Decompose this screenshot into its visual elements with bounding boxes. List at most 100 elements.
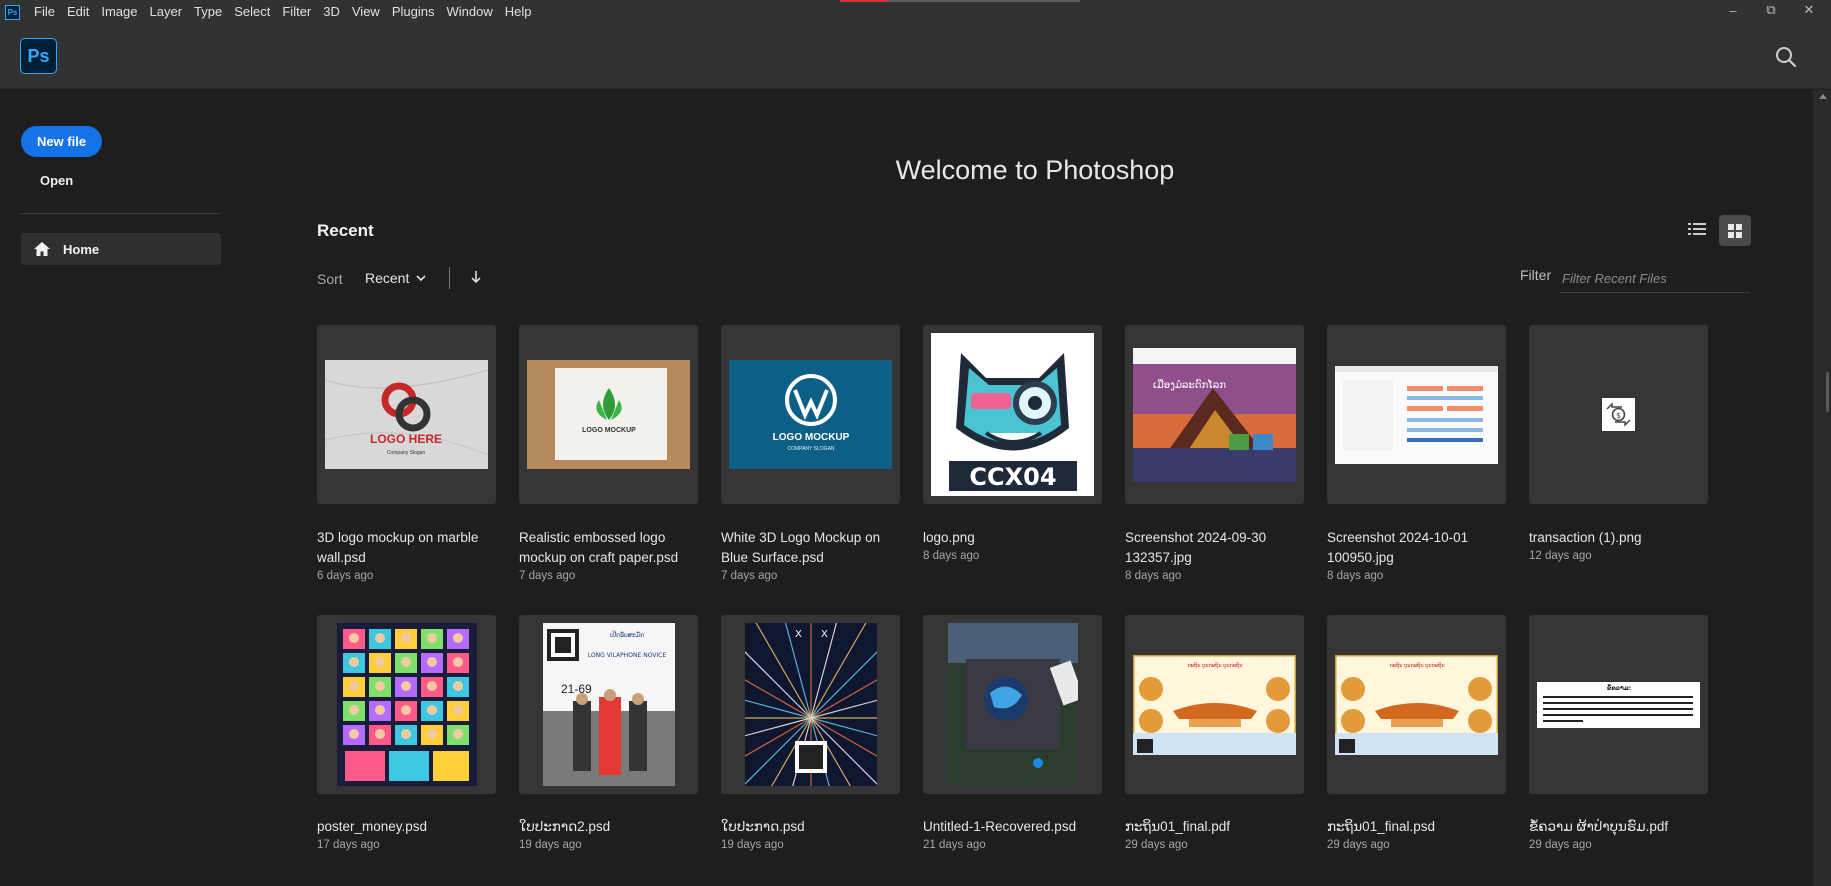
file-thumbnail[interactable]: XX [721, 615, 900, 794]
svg-text:ເປີດຮັບສະມັກ: ເປີດຮັບສະມັກ [609, 631, 643, 639]
sort-direction-arrow-icon[interactable] [468, 268, 484, 286]
svg-text:LOGO HERE: LOGO HERE [370, 432, 442, 446]
menu-file[interactable]: File [28, 0, 61, 24]
svg-text:LONG VILAPHONE NOVICE: LONG VILAPHONE NOVICE [587, 652, 666, 659]
file-thumbnail[interactable]: $ [1529, 325, 1708, 504]
menu-select[interactable]: Select [228, 0, 276, 24]
sidebar-item-home[interactable]: Home [21, 233, 221, 265]
sidebar-divider [21, 213, 221, 214]
scrollbar-thumb[interactable] [1826, 372, 1829, 412]
file-name: ຂໍ້ຄວາມ ຜ້າປ່າບຸນຮົມ.pdf [1529, 819, 1669, 834]
photoshop-app-icon: Ps [5, 4, 20, 20]
file-modified-date: 19 days ago [519, 839, 582, 851]
grid-view-icon[interactable] [1719, 215, 1751, 246]
sort-dropdown[interactable]: Recent [365, 270, 427, 286]
menu-layer[interactable]: Layer [144, 0, 189, 24]
file-thumbnail[interactable]: ຂໍ້ຄວາມ: [1529, 615, 1708, 794]
file-name: ກະຖິນ01_final.pdf [1125, 819, 1230, 834]
file-modified-date: 7 days ago [519, 570, 576, 582]
menu-edit[interactable]: Edit [61, 0, 95, 24]
file-modified-date: 29 days ago [1327, 839, 1390, 851]
minimize-button[interactable]: – [1721, 0, 1745, 20]
sidebar: New file Open Home [0, 90, 230, 886]
svg-text:X: X [821, 629, 828, 640]
restore-button[interactable]: ⧉ [1759, 0, 1783, 20]
file-thumbnail[interactable]: ກະຖິນ ບຸນກະຖິນ ບຸນກະຖິນ [1125, 615, 1304, 794]
file-modified-date: 17 days ago [317, 839, 380, 851]
recent-file-card[interactable]: LOGO HERE Company Slogan 3D logo mockup on… [317, 325, 496, 582]
sort-label: Sort [317, 271, 343, 287]
file-modified-date: 19 days ago [721, 839, 784, 851]
recent-file-card[interactable]: CCX04 logo.png 8 days ago [923, 325, 1102, 562]
svg-text:COMPANY SLOGAN: COMPANY SLOGAN [787, 446, 834, 452]
recent-file-card[interactable]: ເປີດຮັບສະມັກ LONG VILAPHONE NOVICE 21-69 ໃບ… [519, 615, 698, 851]
file-modified-date: 21 days ago [923, 839, 986, 851]
svg-text:X: X [795, 629, 802, 640]
file-thumbnail[interactable]: LOGO HERE Company Slogan [317, 325, 496, 504]
file-thumbnail[interactable] [923, 615, 1102, 794]
menu-3d[interactable]: 3D [317, 0, 346, 24]
menu-view[interactable]: View [346, 0, 386, 24]
file-modified-date: 29 days ago [1125, 839, 1188, 851]
menu-plugins[interactable]: Plugins [386, 0, 441, 24]
menu-help[interactable]: Help [499, 0, 538, 24]
file-thumbnail[interactable]: ເມືອງມໍລະດົກໂລກ [1125, 325, 1304, 504]
file-name: Screenshot 2024-10-01 100950.jpg [1327, 530, 1469, 565]
svg-text:LOGO MOCKUP: LOGO MOCKUP [773, 432, 850, 443]
file-name: poster_money.psd [317, 819, 428, 834]
open-button[interactable]: Open [40, 173, 73, 188]
scroll-up-arrow-icon[interactable] [1819, 94, 1827, 99]
file-name: ໃບປະກາດ2.psd [519, 819, 611, 834]
menu-window[interactable]: Window [440, 0, 498, 24]
svg-text:LOGO MOCKUP: LOGO MOCKUP [582, 427, 636, 434]
search-icon[interactable] [1773, 44, 1799, 70]
file-thumbnail[interactable]: CCX04 [923, 325, 1102, 504]
file-thumbnail[interactable]: LOGO MOCKUP [519, 325, 698, 504]
file-thumbnail[interactable]: ກະຖິນ ບຸນກະຖິນ ບຸນກະຖິນ [1327, 615, 1506, 794]
file-name: ກະຖິນ01_final.psd [1327, 819, 1435, 834]
recent-file-card[interactable]: ກະຖິນ ບຸນກະຖິນ ບຸນກະຖິນກະຖິນ01_final.pdf… [1125, 615, 1304, 851]
scrollbar[interactable] [1813, 90, 1831, 886]
svg-text:$: $ [1616, 411, 1621, 420]
recent-file-card[interactable]: poster_money.psd 17 days ago [317, 615, 496, 851]
file-thumbnail[interactable]: ເປີດຮັບສະມັກ LONG VILAPHONE NOVICE 21-69 [519, 615, 698, 794]
recent-file-card[interactable]: Untitled-1-Recovered.psd 21 days ago [923, 615, 1102, 851]
file-thumbnail[interactable] [317, 615, 496, 794]
photoshop-logo: Ps [20, 38, 57, 74]
filter-label: Filter [1520, 267, 1552, 283]
recent-file-card[interactable]: LOGO MOCKUP COMPANY SLOGAN White 3D Logo M… [721, 325, 900, 582]
file-name: transaction (1).png [1529, 530, 1642, 545]
recent-file-card[interactable]: ເມືອງມໍລະດົກໂລກ Screenshot 2024-09-30 132… [1125, 325, 1304, 582]
recent-file-card[interactable]: X X ໃບປະກາດ.psd 19 days ago [721, 615, 900, 851]
file-thumbnail[interactable]: LOGO MOCKUP COMPANY SLOGAN [721, 325, 900, 504]
file-modified-date: 8 days ago [1327, 570, 1384, 582]
file-name: logo.png [923, 530, 975, 545]
new-file-button[interactable]: New file [21, 126, 102, 157]
file-thumbnail[interactable] [1327, 325, 1506, 504]
svg-text:ຂໍ້ຄວາມ:: ຂໍ້ຄວາມ: [1607, 683, 1631, 692]
chevron-down-icon [416, 275, 426, 282]
svg-text:21-69: 21-69 [561, 682, 592, 696]
menu-image[interactable]: Image [95, 0, 143, 24]
svg-text:ກະຖິນ ບຸນກະຖິນ ບຸນກະຖິນ: ກະຖິນ ບຸນກະຖິນ ບຸນກະຖິນ [1187, 661, 1242, 668]
close-button[interactable]: ✕ [1797, 0, 1821, 20]
recent-file-card[interactable]: $ transaction (1).png 12 days ago [1529, 325, 1708, 562]
file-modified-date: 8 days ago [923, 550, 980, 562]
file-modified-date: 12 days ago [1529, 550, 1592, 562]
recent-file-card[interactable]: ກະຖິນ ບຸນກະຖິນ ບຸນກະຖິນກະຖິນ01_final.psd… [1327, 615, 1506, 851]
recent-file-card[interactable]: Screenshot 2024-10-01 100950.jpg 8 days a… [1327, 325, 1506, 582]
menu-filter[interactable]: Filter [276, 0, 317, 24]
list-view-icon[interactable] [1683, 215, 1711, 243]
file-name: Untitled-1-Recovered.psd [923, 819, 1077, 834]
filter-recent-files-input[interactable] [1560, 264, 1750, 293]
recent-file-card[interactable]: ຂໍ້ຄວາມ: ຂໍ້ຄວາມ ຜ້າປ່າບຸນຮົມ.pdf 29 days … [1529, 615, 1708, 851]
menu-bar: Ps File Edit Image Layer Type Select Filter 3D V… [0, 0, 1831, 24]
recent-file-card[interactable]: LOGO MOCKUP Realistic embossed logo mocku… [519, 325, 698, 582]
welcome-title: Welcome to Photoshop [895, 155, 1175, 185]
file-name: Screenshot 2024-09-30 132357.jpg [1125, 530, 1267, 565]
file-modified-date: 7 days ago [721, 570, 778, 582]
svg-text:CCX04: CCX04 [969, 463, 1056, 491]
menu-type[interactable]: Type [188, 0, 228, 24]
file-name: Realistic embossed logo mockup on craft … [519, 530, 679, 565]
sort-divider [449, 267, 450, 289]
